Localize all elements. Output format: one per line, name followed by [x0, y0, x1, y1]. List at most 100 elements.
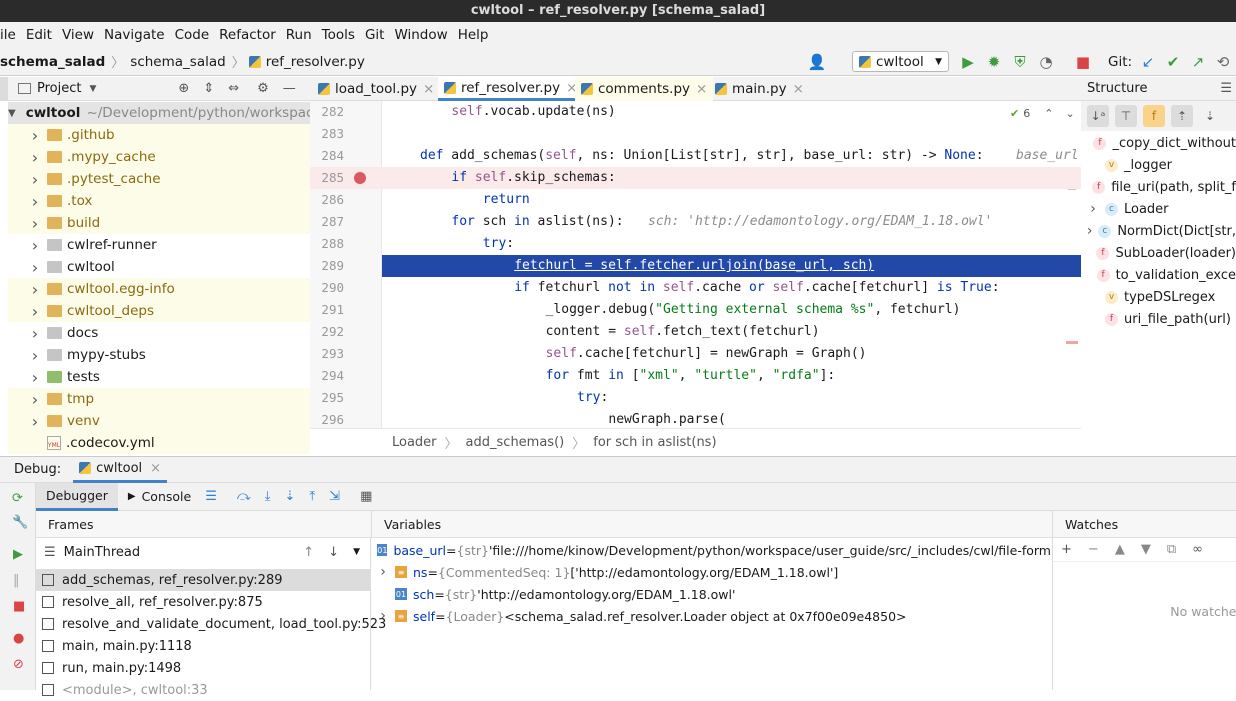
chevron-down-icon[interactable]: ▼ — [8, 108, 16, 119]
hide-icon[interactable]: — — [283, 81, 296, 96]
tree-item[interactable]: › .mypy_cache — [8, 146, 310, 168]
gear-icon[interactable]: ⚙ — [257, 81, 269, 96]
code-line[interactable]: 289 fetchurl = self.fetcher.urljoin(base_… — [321, 255, 1081, 277]
chevron-right-icon[interactable]: › — [28, 170, 42, 189]
code-line[interactable]: 286 return — [310, 189, 1081, 211]
arrow-up-icon[interactable]: ↑ — [303, 545, 314, 560]
resume-icon[interactable]: ▶ — [13, 547, 23, 562]
git-update-icon[interactable]: ↙ — [1139, 53, 1157, 71]
remove-icon[interactable]: − — [1088, 542, 1099, 557]
structure-item[interactable]: v typeDSLregex — [1081, 286, 1236, 308]
structure-item[interactable]: › c NormDict(Dict[str, — [1081, 220, 1236, 242]
breadcrumb-loop[interactable]: for sch in aslist(ns) — [593, 435, 716, 450]
tab-ref-resolver[interactable]: ref_resolver.py × — [438, 77, 584, 101]
show-fields-icon[interactable]: f — [1143, 105, 1165, 127]
menu-code[interactable]: Code — [170, 27, 215, 43]
structure-title[interactable]: Structure — [1087, 81, 1147, 96]
menu-window[interactable]: Window — [389, 27, 452, 43]
pause-icon[interactable]: ‖ — [13, 573, 20, 588]
menu-view[interactable]: View — [57, 27, 99, 43]
chevron-right-icon[interactable]: › — [28, 324, 42, 343]
code-line[interactable]: 292 content = self.fetch_text(fetchurl) — [310, 321, 1081, 343]
structure-item[interactable]: f SubLoader(loader) — [1081, 242, 1236, 264]
breadcrumb-project[interactable]: schema_salad — [0, 54, 111, 70]
code-line[interactable]: 295 try: — [310, 387, 1081, 409]
chevron-right-icon[interactable]: › — [28, 236, 42, 255]
frame-item[interactable]: resolve_and_validate_document, load_tool… — [36, 613, 386, 635]
move-up-icon[interactable]: ▲ — [1115, 542, 1125, 557]
mute-breakpoints-icon[interactable]: ⊘ — [13, 657, 24, 672]
tree-item[interactable]: › .pytest_cache — [8, 168, 310, 190]
structure-item[interactable]: › c Loader — [1081, 198, 1236, 220]
code-line[interactable]: 284 def add_schemas(self, ns: Union[List[… — [310, 145, 1081, 167]
chevron-right-icon[interactable]: › — [28, 126, 42, 145]
code-editor[interactable]: ✔ 6 ⌃ ⌄ 282 self.vocab.update(ns) 283 284 de… — [310, 101, 1081, 428]
chevron-down-icon[interactable]: ▼ — [89, 84, 96, 94]
step-out-icon[interactable]: ⤒ — [309, 489, 315, 504]
rerun-icon[interactable]: ⟳ — [12, 491, 23, 506]
expand-all-icon[interactable]: ⇕ — [203, 81, 214, 96]
variable-row[interactable]: 01 sch = {str} 'http://edamontology.org/E… — [371, 583, 1051, 605]
evaluate-icon[interactable]: ▦ — [360, 489, 372, 504]
tree-item[interactable]: › cwlref-runner — [8, 234, 310, 256]
code-line[interactable]: 296 newGraph.parse( — [310, 409, 1081, 428]
code-line[interactable]: 285 if self.skip_schemas: — [310, 167, 1081, 189]
menu-ile[interactable]: ile — [0, 27, 21, 43]
debug-icon[interactable]: ✹ — [985, 53, 1003, 71]
git-push-icon[interactable]: ↗ — [1189, 53, 1207, 71]
structure-item[interactable]: f _copy_dict_without — [1081, 132, 1236, 154]
tree-item[interactable]: › cwltool — [8, 256, 310, 278]
menu-refactor[interactable]: Refactor — [214, 27, 281, 43]
code-line[interactable]: 291 _logger.debug("Getting external schem… — [310, 299, 1081, 321]
frame-item[interactable]: <module>, cwltool:33 — [36, 679, 370, 701]
variable-row[interactable]: 01 base_url = {str} 'file:///home/kinow/D… — [371, 539, 1051, 561]
tab-load-tool[interactable]: load_tool.py × — [312, 77, 440, 101]
chevron-right-icon[interactable]: › — [28, 148, 42, 167]
close-icon[interactable]: × — [696, 81, 707, 97]
menu-help[interactable]: Help — [453, 27, 494, 43]
menu-git[interactable]: Git — [360, 27, 390, 43]
tree-item[interactable]: › build — [8, 212, 310, 234]
chevron-right-icon[interactable]: › — [28, 258, 42, 277]
run-configuration-select[interactable]: cwltool ▼ — [852, 51, 949, 72]
chevron-right-icon[interactable]: › — [28, 192, 42, 211]
history-icon[interactable]: ⟲ — [1214, 53, 1232, 71]
chevron-right-icon[interactable]: › — [28, 346, 42, 365]
run-to-cursor-icon[interactable]: ⇲ — [329, 489, 340, 504]
show-inherited-icon[interactable]: ⊤ — [1115, 105, 1137, 127]
locate-icon[interactable]: ⊕ — [178, 81, 189, 96]
tree-item[interactable]: › tests — [8, 366, 310, 388]
code-line[interactable]: 288 try: — [310, 233, 1081, 255]
wrench-icon[interactable]: 🔧 — [12, 515, 28, 530]
code-line[interactable]: 282 self.vocab.update(ns) — [310, 101, 1081, 123]
glasses-icon[interactable]: ∞ — [1192, 542, 1203, 557]
copy-icon[interactable]: ⧉ — [1167, 542, 1176, 557]
structure-item[interactable]: f file_uri(path, split_f — [1081, 176, 1236, 198]
close-icon[interactable]: × — [150, 461, 161, 476]
structure-item[interactable]: v _logger — [1081, 154, 1236, 176]
frame-item[interactable]: add_schemas, ref_resolver.py:289 — [36, 569, 370, 591]
view-breakpoints-icon[interactable]: ● — [13, 631, 24, 646]
code-line[interactable]: 294 for fmt in ["xml", "turtle", "rdfa"]: — [310, 365, 1081, 387]
collapse-all-icon[interactable]: ⇔ — [228, 81, 239, 96]
tab-main[interactable]: main.py × — [709, 77, 810, 101]
chevron-right-icon[interactable]: › — [1081, 201, 1105, 217]
user-icon[interactable]: 👤 — [808, 53, 827, 71]
tree-item[interactable]: › cwltool.egg-info — [8, 278, 310, 300]
step-into-icon[interactable]: ⤓ — [265, 489, 271, 504]
chevron-right-icon[interactable]: › — [28, 368, 42, 387]
chevron-right-icon[interactable]: › — [28, 390, 42, 409]
menu-run[interactable]: Run — [281, 27, 317, 43]
thread-select[interactable]: ☰ MainThread ↑ ↓ ▼ — [36, 540, 370, 564]
code-line[interactable]: 287 for sch in aslist(ns): sch: 'http://ed… — [310, 211, 1081, 233]
debug-session-tab[interactable]: cwltool × — [73, 456, 168, 483]
close-icon[interactable]: × — [793, 81, 804, 97]
chevron-right-icon[interactable]: › — [28, 302, 42, 321]
chevron-right-icon[interactable]: › — [1081, 223, 1098, 239]
variable-row[interactable]: › ≡ self = {Loader} <schema_salad.ref_reso… — [371, 605, 1051, 627]
tree-item[interactable]: › .tox — [8, 190, 310, 212]
chevron-right-icon[interactable]: › — [28, 412, 42, 431]
menu-edit[interactable]: Edit — [21, 27, 57, 43]
structure-item[interactable]: f to_validation_exce — [1081, 264, 1236, 286]
tree-item[interactable]: › .github — [8, 124, 310, 146]
